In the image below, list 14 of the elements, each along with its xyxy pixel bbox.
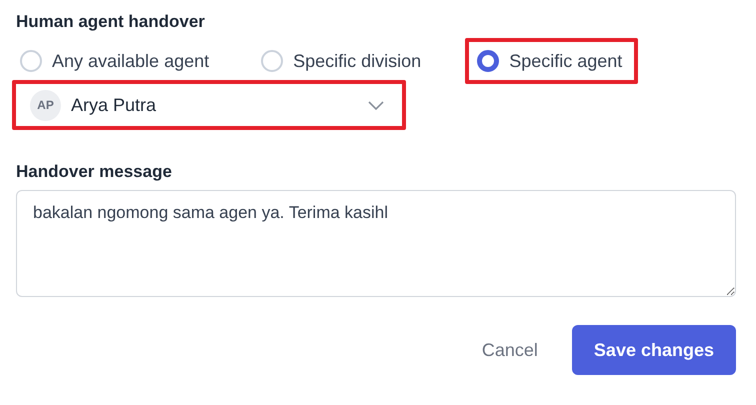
chevron-down-icon <box>368 100 384 110</box>
save-button[interactable]: Save changes <box>572 325 736 375</box>
cancel-button[interactable]: Cancel <box>482 325 538 375</box>
avatar-initials: AP <box>30 90 61 120</box>
section-title: Human agent handover <box>16 12 206 32</box>
radio-icon <box>261 50 284 72</box>
radio-icon <box>477 50 500 72</box>
message-field[interactable]: bakalan ngomong sama agen ya. Terima kasihl <box>16 190 736 297</box>
radio-option[interactable]: Specific division <box>257 38 426 84</box>
field-label: Handover message <box>16 162 173 182</box>
radio-icon <box>20 50 42 72</box>
radio-option[interactable]: Specific agent <box>465 38 638 84</box>
radio-option[interactable]: Any available agent <box>16 38 214 84</box>
agent-select[interactable]: AP Arya Putra <box>16 84 402 126</box>
